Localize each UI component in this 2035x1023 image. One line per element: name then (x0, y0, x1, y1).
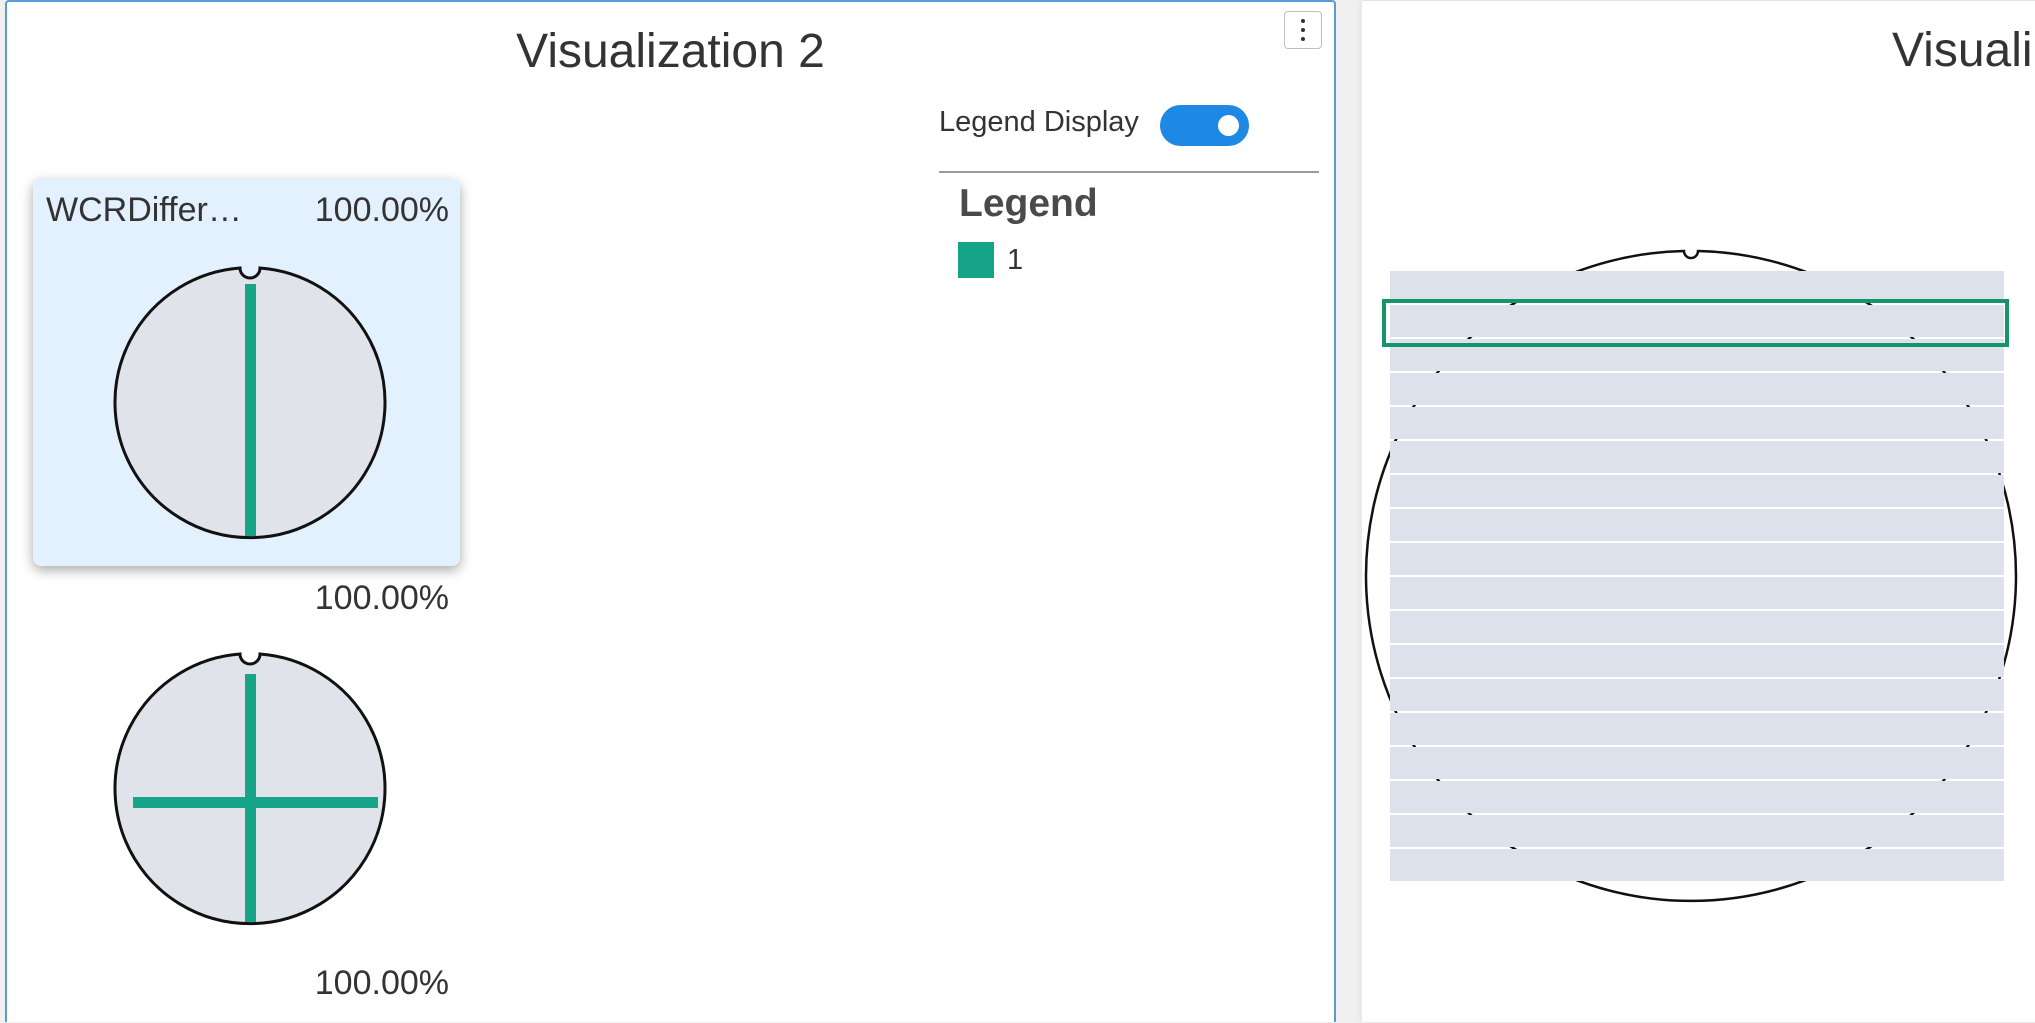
wafer-percent: 100.00% (314, 579, 449, 617)
toggle-knob (1218, 115, 1239, 136)
visualization-panel-right: Visuali (1362, 0, 2035, 1022)
die-row[interactable] (1390, 611, 2004, 643)
die-row[interactable] (1390, 747, 2004, 779)
wafer-percent: 100.00% (314, 191, 449, 229)
die-row[interactable] (1390, 645, 2004, 677)
defect-horizontal-line (133, 797, 378, 808)
wafer-percent: 100.00% (314, 964, 449, 1002)
die-row[interactable] (1390, 373, 2004, 405)
die-row[interactable] (1390, 271, 2004, 303)
legend-swatch (958, 242, 994, 278)
legend-display-label: Legend Display (939, 106, 1139, 138)
defect-vertical-line (245, 284, 256, 536)
die-row[interactable] (1390, 849, 2004, 881)
die-row[interactable] (1390, 407, 2004, 439)
wafer-card-selected[interactable]: WCRDiffer… 100.00% (33, 179, 460, 566)
wafer-map (113, 266, 387, 540)
kebab-menu-icon[interactable] (1284, 11, 1322, 49)
die-rows (1390, 271, 2004, 881)
die-row[interactable] (1390, 713, 2004, 745)
die-row[interactable] (1390, 577, 2004, 609)
die-row[interactable] (1390, 815, 2004, 847)
die-row[interactable] (1390, 543, 2004, 575)
die-row[interactable] (1390, 679, 2004, 711)
die-row[interactable] (1390, 509, 2004, 541)
visualization-panel-left: Visualization 2 Legend Display Legend 1 … (5, 0, 1336, 1022)
panel-title: Visualization 2 (516, 25, 825, 78)
legend-display-toggle[interactable] (1160, 105, 1249, 146)
wafer-map-large[interactable] (1362, 1, 2035, 1023)
legend-title: Legend (959, 182, 1098, 225)
die-row[interactable] (1390, 475, 2004, 507)
die-row[interactable] (1390, 441, 2004, 473)
legend-divider (939, 171, 1319, 173)
legend-item-label: 1 (1007, 244, 1024, 276)
die-row[interactable] (1390, 305, 2004, 337)
wafer-name: WCRDiffer… (46, 191, 242, 229)
wafer-map[interactable] (111, 650, 389, 928)
die-row[interactable] (1390, 781, 2004, 813)
